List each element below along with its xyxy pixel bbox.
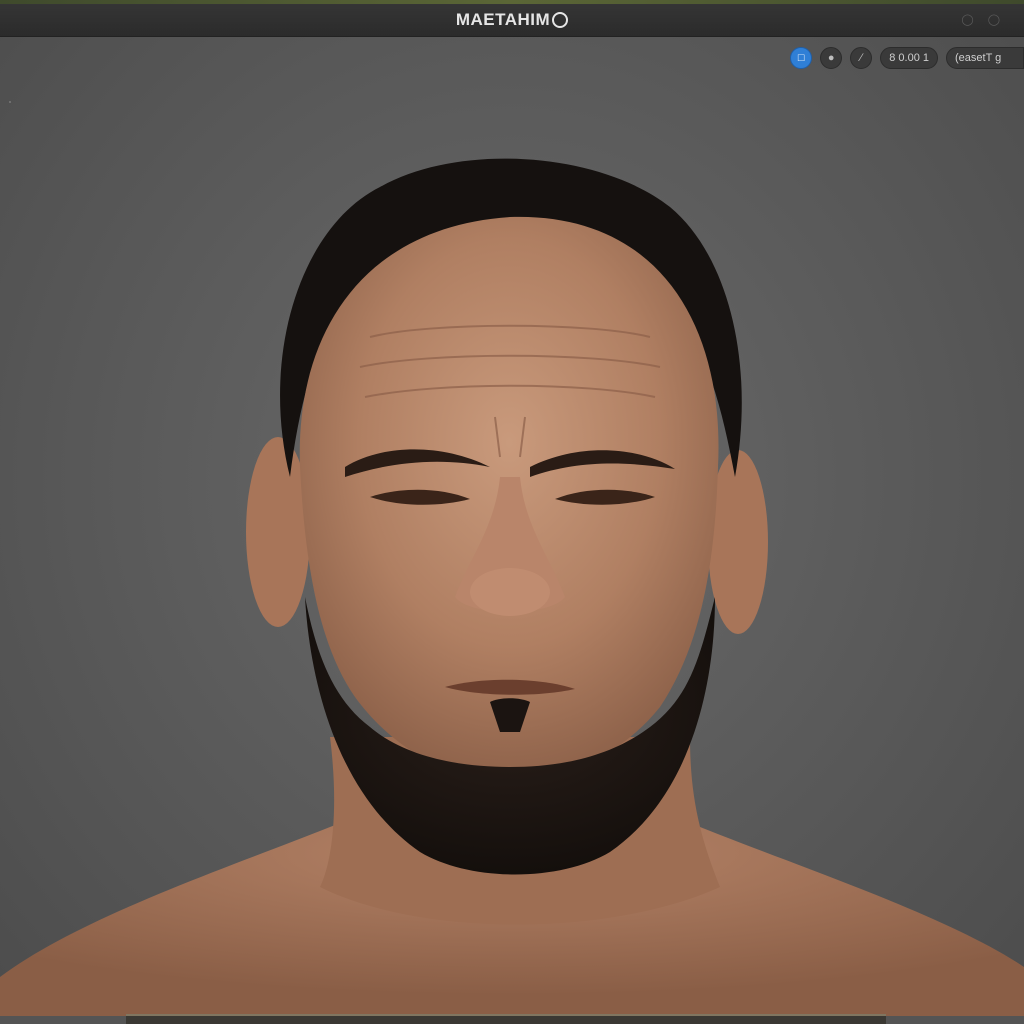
wand-icon[interactable]: ∕ <box>850 47 873 69</box>
app-window: MAETAHIM ◯ ◯ □ ● ∕ 8 0.00 1 (easetT g <box>0 0 1024 1024</box>
viewport-toolbar: □ ● ∕ 8 0.00 1 (easetT g <box>790 47 1024 69</box>
zoom-readout[interactable]: 8 0.00 1 <box>880 47 938 69</box>
app-title: MAETAHIM <box>0 10 1024 30</box>
globe-icon[interactable]: ● <box>820 47 843 69</box>
preset-dropdown[interactable]: (easetT g <box>946 47 1024 69</box>
maximize-icon[interactable]: ◯ <box>988 13 1000 26</box>
app-title-text: MAETAHIM <box>455 10 551 29</box>
head-model-icon <box>0 158 1024 1016</box>
app-logo-icon <box>552 12 569 28</box>
window-controls: ◯ ◯ <box>961 13 1000 26</box>
chat-icon[interactable]: □ <box>790 47 813 69</box>
bottom-panel-edge[interactable] <box>126 1014 886 1024</box>
viewport[interactable]: □ ● ∕ 8 0.00 1 (easetT g <box>0 37 1024 1016</box>
titlebar: MAETAHIM ◯ ◯ <box>0 4 1024 37</box>
minimize-icon[interactable]: ◯ <box>961 13 973 26</box>
nose-tip-shape <box>470 568 550 616</box>
